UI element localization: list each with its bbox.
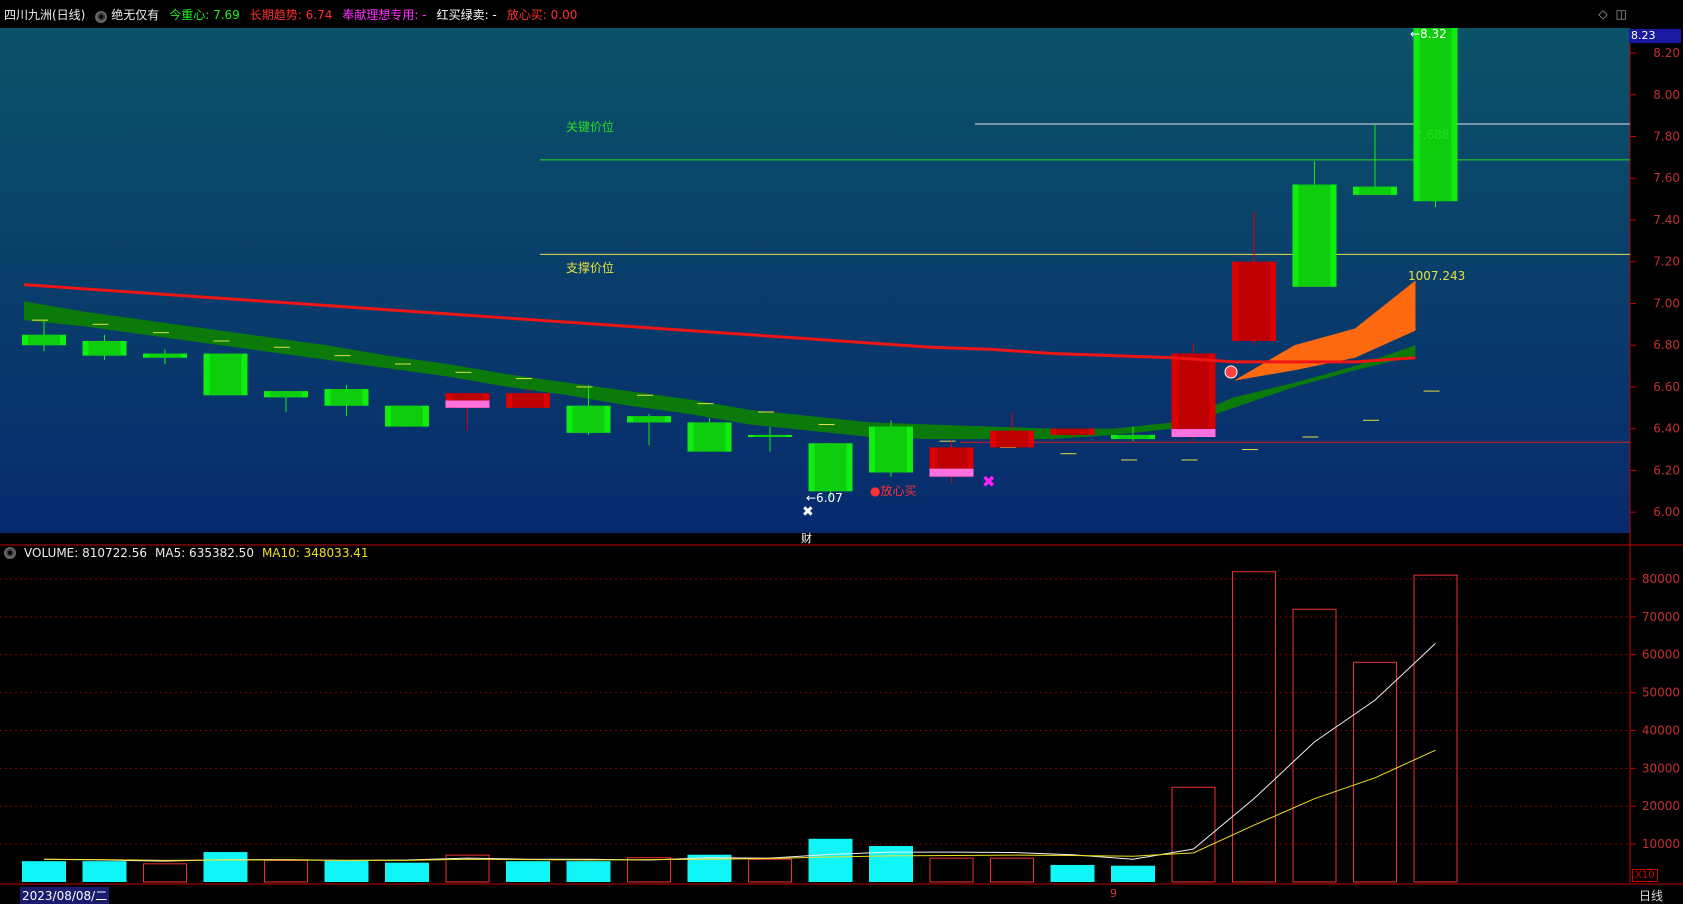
candle-shade [1117, 434, 1149, 440]
candle-shade [1298, 184, 1331, 287]
price-tick-label: 6.80 [1653, 338, 1680, 352]
candle-shade [1056, 428, 1089, 435]
price-tick-label: 7.40 [1653, 213, 1680, 227]
ma10-value: MA10: 348033.41 [261, 546, 369, 560]
price-tick-label: 7.80 [1653, 130, 1680, 144]
candle-shade [693, 422, 726, 452]
candle-shade [633, 416, 665, 423]
volume-bar [203, 852, 248, 882]
candle-shade [1177, 353, 1210, 438]
volume-tick-label: 20000 [1642, 799, 1680, 813]
candle-shade [875, 426, 907, 473]
candle-shade [28, 334, 60, 346]
volume-bar [1111, 865, 1155, 882]
cross-marker: ✖ [802, 504, 814, 520]
price-tick-label: 7.00 [1653, 296, 1680, 310]
volume-tick-label: 60000 [1642, 648, 1680, 662]
candle-pink-mark [445, 400, 490, 408]
volume-bar [82, 861, 127, 882]
key-price-label: 关键价位 [566, 119, 614, 134]
price-tick-label: 6.00 [1653, 505, 1680, 519]
key-line-value: 7.688 [1415, 128, 1449, 142]
current-price-tag: 8.23 [1629, 29, 1681, 43]
candle-shade [572, 405, 605, 433]
volume-tick-label: 80000 [1642, 572, 1680, 586]
candle-shade [209, 353, 242, 396]
candle-shade [330, 389, 363, 406]
magenta-cross-marker: ✖ [982, 472, 995, 491]
ma5-value: MA5: 635382.50 [155, 546, 254, 560]
candle-pink-mark [929, 468, 974, 477]
volume-bar [324, 860, 369, 882]
candle-shade [814, 443, 847, 492]
high-marker: ←8.32 [1410, 27, 1447, 41]
support-price-label: 支撑价位 [566, 260, 614, 275]
volume-bar [808, 838, 853, 882]
low-marker: ←6.07 [806, 491, 843, 505]
candle-shade [88, 341, 121, 356]
signal-dot [1224, 365, 1238, 379]
volume-bar [566, 861, 611, 882]
volume-bar [869, 846, 913, 882]
price-tick-label: 7.20 [1653, 255, 1680, 269]
candle-shade [391, 405, 423, 427]
volume-collapse-icon[interactable]: ◉ [4, 547, 16, 559]
buy-signal-label: ●放心买 [870, 483, 916, 498]
date-cursor: 2023/08/08/二 [20, 887, 110, 904]
price-tick-label: 6.60 [1653, 380, 1680, 394]
candle-pink-mark [1171, 429, 1216, 438]
volume-bar [1050, 864, 1095, 882]
volume-tick-label: 10000 [1642, 837, 1680, 851]
month-tick: 9 [1110, 887, 1117, 900]
price-tick-label: 6.40 [1653, 422, 1680, 436]
kline-chart[interactable]: 8.20 8.00 7.80 7.60 7.40 7.20 7.00 6.80 6.60 6.40… [0, 0, 1683, 902]
volume-tick-label: 70000 [1642, 610, 1680, 624]
candle-shade [1419, 28, 1452, 202]
price-tick-label: 8.20 [1653, 46, 1680, 60]
volume-tick-label: 40000 [1642, 723, 1680, 737]
price-tick-label: 7.60 [1653, 171, 1680, 185]
volume-bar [385, 862, 429, 882]
candle-shade [996, 430, 1028, 448]
volume-value: VOLUME: 810722.56 [24, 546, 147, 560]
volume-bar [22, 861, 66, 882]
period-label[interactable]: 日线 [1639, 887, 1663, 904]
volume-tick-label: 30000 [1642, 761, 1680, 775]
candle-shade [1238, 261, 1270, 342]
cai-marker: 财 [801, 531, 812, 545]
candle-shade [512, 393, 544, 408]
candle-shade [270, 391, 302, 398]
fan-value: 1007.243 [1408, 269, 1465, 283]
volume-scale-badge: X10 [1632, 869, 1658, 882]
volume-header: ◉ VOLUME: 810722.56 MA5: 635382.50 MA10:… [4, 546, 369, 560]
price-tick-label: 8.00 [1653, 88, 1680, 102]
volume-bar [506, 861, 550, 882]
candle-shade [149, 353, 181, 358]
volume-tick-label: 50000 [1642, 686, 1680, 700]
candle-shade [754, 434, 786, 438]
price-tick-label: 6.20 [1653, 463, 1680, 477]
candle-shade [1359, 186, 1391, 195]
volume-panel-bg [0, 540, 1630, 882]
